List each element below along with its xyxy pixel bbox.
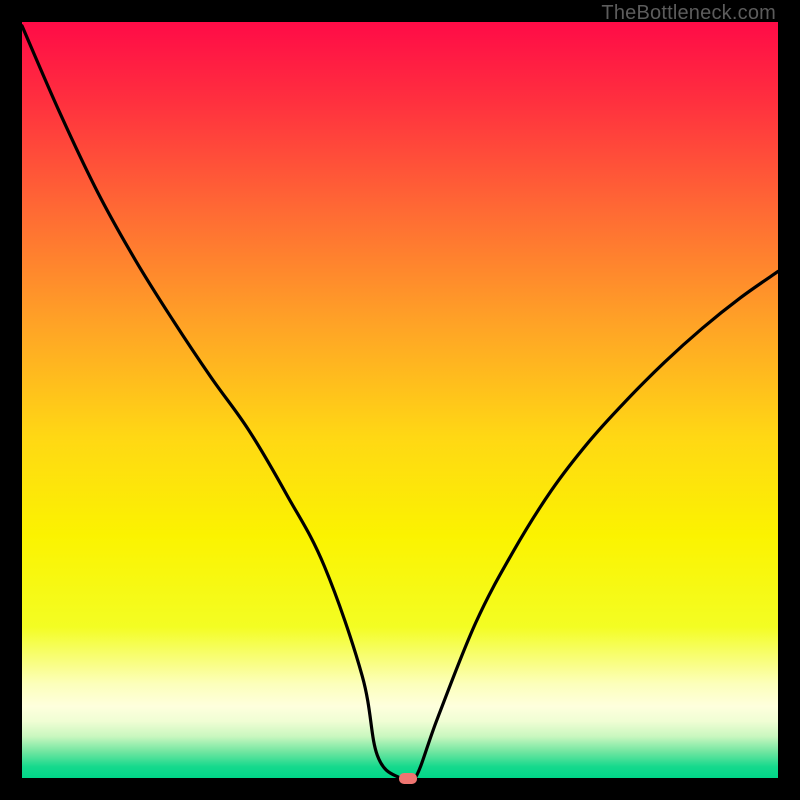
gradient-background (22, 22, 778, 778)
watermark-text: TheBottleneck.com (601, 2, 776, 25)
bottleneck-plot (22, 22, 778, 778)
chart-frame (22, 22, 778, 778)
optimum-marker (399, 773, 417, 784)
